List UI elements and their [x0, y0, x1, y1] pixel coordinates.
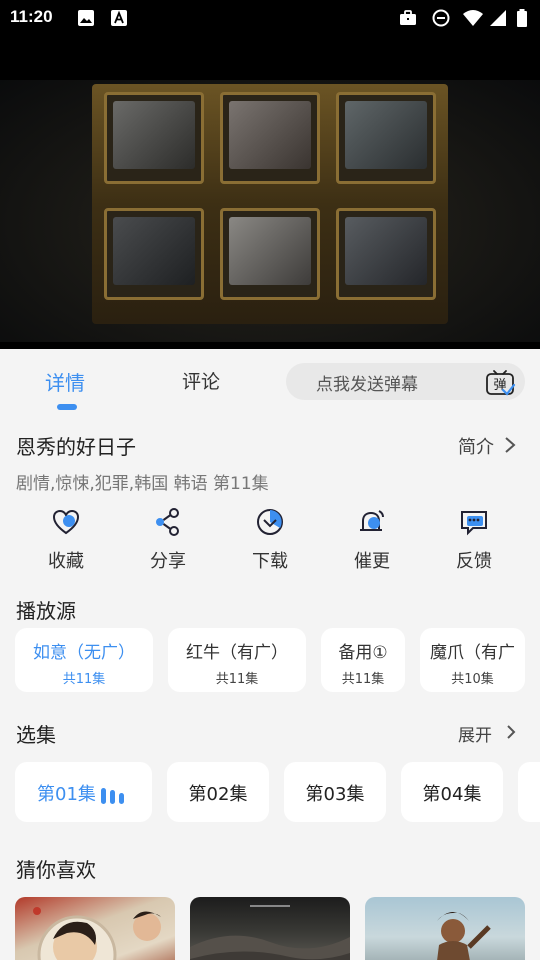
- source-item[interactable]: 如意（无广） 共11集: [15, 628, 153, 692]
- briefcase-icon: [400, 10, 416, 25]
- poster-art: [190, 905, 350, 960]
- monitor-screen: [336, 92, 436, 184]
- share-icon: [156, 508, 179, 536]
- image-icon: [78, 10, 94, 26]
- monitor-screen: [220, 208, 320, 300]
- tab-comments[interactable]: 评论: [182, 367, 220, 394]
- poster-art: [33, 907, 161, 960]
- download-button[interactable]: 下载: [230, 507, 310, 573]
- recommend-heading: 猜你喜欢: [16, 858, 96, 882]
- remind-update-label: 催更: [354, 551, 390, 572]
- episode-item[interactable]: 第03集: [284, 762, 386, 822]
- wifi-icon: [463, 10, 483, 26]
- do-not-disturb-icon: [432, 9, 450, 27]
- feedback-label: 反馈: [456, 551, 492, 572]
- source-name: 如意（无广）: [33, 643, 135, 663]
- source-name: 魔爪（有广: [430, 643, 515, 663]
- recommend-poster[interactable]: [190, 897, 350, 960]
- episode-label: 第04集: [422, 784, 482, 805]
- episode-item[interactable]: 第01集: [15, 762, 152, 822]
- font-download-icon: [111, 10, 127, 26]
- source-count: 共11集: [341, 672, 385, 687]
- monitor-screen: [104, 92, 204, 184]
- show-meta: 剧情,惊悚,犯罪,韩国 韩语 第11集: [16, 474, 269, 494]
- source-name: 备用①: [338, 643, 388, 663]
- expand-link[interactable]: 展开: [458, 721, 492, 746]
- video-frame: [0, 80, 540, 342]
- source-count: 共11集: [215, 672, 259, 687]
- source-count: 共11集: [62, 672, 106, 687]
- episode-label: 第02集: [188, 784, 248, 805]
- status-time: 11:20: [10, 7, 53, 26]
- episodes-heading: 选集: [16, 723, 56, 747]
- source-name: 红牛（有广）: [186, 643, 288, 663]
- source-item[interactable]: 红牛（有广） 共11集: [168, 628, 306, 692]
- video-player[interactable]: [0, 36, 540, 349]
- share-button[interactable]: 分享: [128, 507, 208, 573]
- recommend-poster[interactable]: [365, 897, 525, 960]
- signal-icon: [490, 10, 506, 26]
- monitor-screen: [220, 92, 320, 184]
- detail-sheet: 详情 评论 点我发送弹幕 弹 恩秀的好日子 简介 剧情,惊悚,犯罪,韩国 韩语 …: [0, 349, 540, 960]
- remind-update-button[interactable]: 催更: [332, 507, 412, 573]
- sources-heading: 播放源: [16, 599, 76, 623]
- download-icon: [257, 509, 283, 535]
- episode-item[interactable]: 第04集: [401, 762, 503, 822]
- monitor-screen: [104, 208, 204, 300]
- danmu-bar[interactable]: 点我发送弹幕 弹: [286, 363, 525, 400]
- episode-item[interactable]: [518, 762, 540, 822]
- source-item[interactable]: 备用① 共11集: [321, 628, 405, 692]
- poster-art: [437, 912, 491, 960]
- monitor-screen: [336, 208, 436, 300]
- share-label: 分享: [150, 551, 186, 572]
- episode-item[interactable]: 第02集: [167, 762, 269, 822]
- danmu-toggle-icon[interactable]: 弹: [484, 366, 516, 398]
- episode-label: 第01集: [37, 784, 96, 805]
- feedback-button[interactable]: 反馈: [434, 507, 514, 573]
- favorite-icon: [52, 509, 80, 535]
- tab-details[interactable]: 详情: [45, 367, 85, 396]
- remind-update-icon: [360, 510, 384, 531]
- episode-label: 第03集: [305, 784, 365, 805]
- download-label: 下载: [252, 551, 288, 572]
- battery-icon: [517, 9, 527, 27]
- feedback-icon: [461, 511, 487, 536]
- favorite-label: 收藏: [48, 551, 84, 572]
- intro-link[interactable]: 简介: [458, 433, 494, 459]
- status-bar: 11:20: [0, 0, 540, 36]
- monitor-wall: [92, 84, 448, 324]
- recommend-poster[interactable]: [15, 897, 175, 960]
- danmu-input[interactable]: 点我发送弹幕: [316, 370, 418, 395]
- tab-indicator: [57, 404, 77, 410]
- source-item[interactable]: 魔爪（有广 共10集: [420, 628, 525, 692]
- playing-indicator-icon: [101, 788, 124, 804]
- chevron-right-icon[interactable]: [505, 723, 517, 741]
- favorite-button[interactable]: 收藏: [26, 507, 106, 573]
- show-title: 恩秀的好日子: [16, 435, 136, 459]
- chevron-right-icon[interactable]: [503, 435, 517, 455]
- source-count: 共10集: [451, 672, 494, 687]
